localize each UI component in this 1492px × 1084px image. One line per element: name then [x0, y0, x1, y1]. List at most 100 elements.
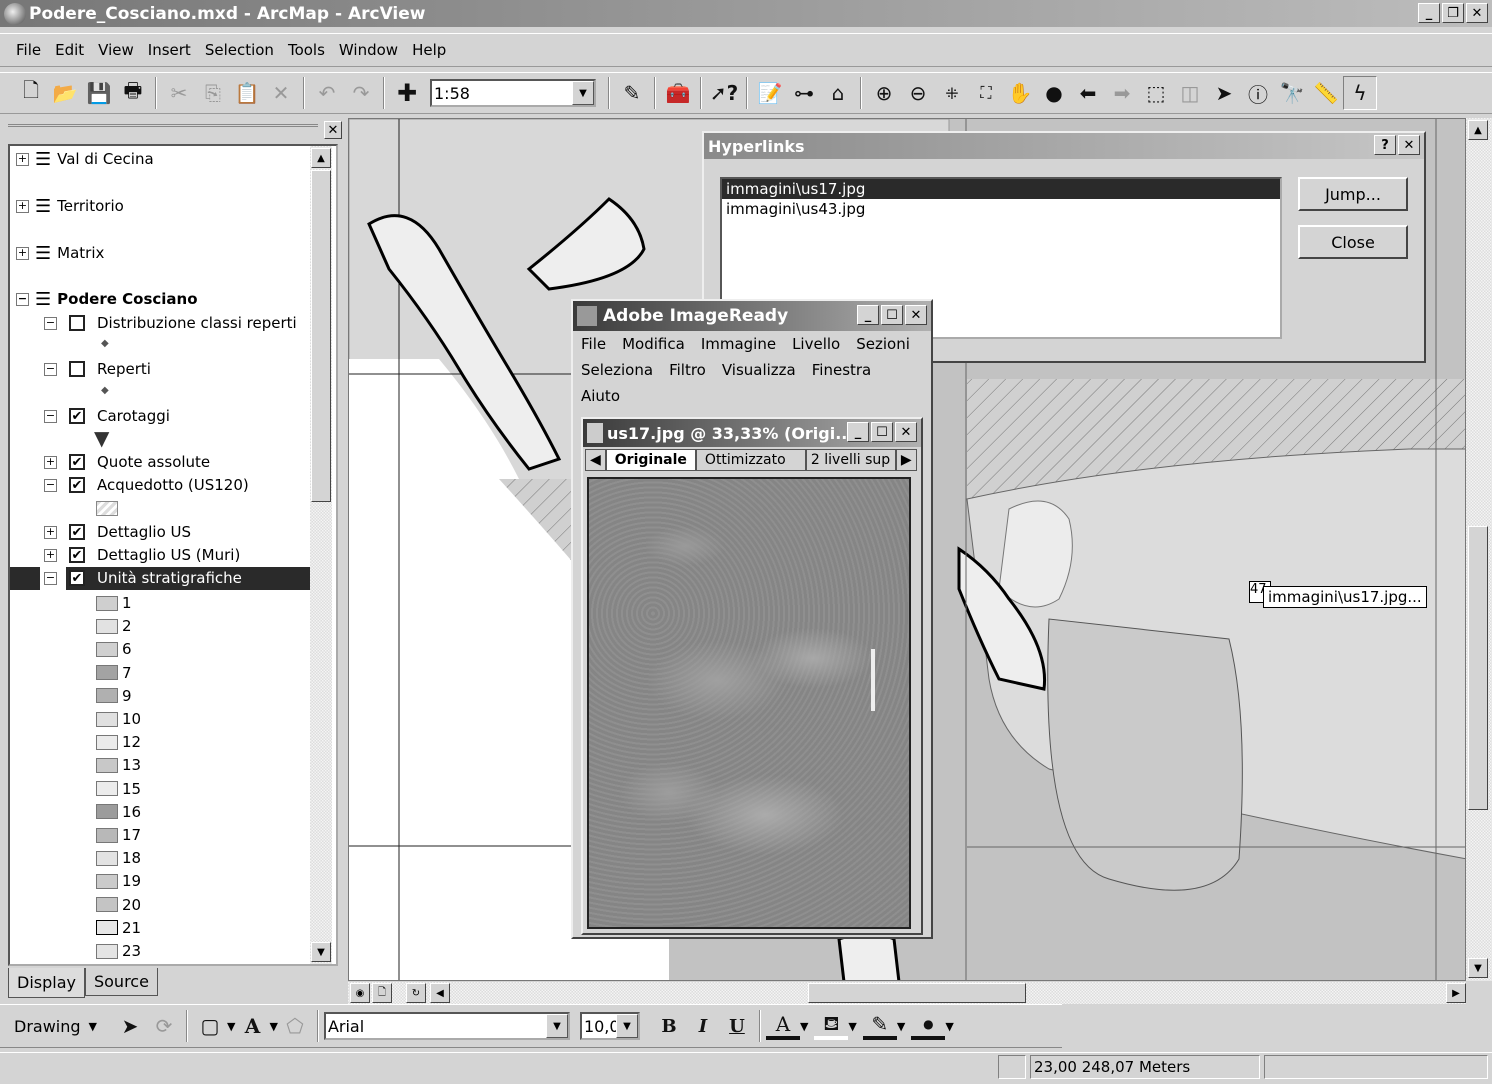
expand-icon[interactable]: +	[16, 152, 29, 166]
chevron-down-icon[interactable]: ▼	[800, 1020, 808, 1033]
list-item[interactable]: immagini\us17.jpg	[722, 179, 1280, 199]
legend-class-item[interactable]: 2	[96, 615, 132, 637]
chevron-down-icon[interactable]: ▼	[227, 1020, 235, 1033]
measure-icon[interactable]: 📏	[1309, 76, 1343, 110]
map-hscroll-thumb[interactable]	[808, 983, 1026, 1003]
edit-vertices-icon[interactable]: ⬠	[278, 1009, 312, 1043]
jump-button[interactable]: Jump...	[1298, 177, 1408, 211]
minimize-button[interactable]: _	[847, 422, 869, 442]
arctoolbox-icon[interactable]: 🧰	[661, 76, 695, 110]
full-extent-icon[interactable]: ●	[1037, 76, 1071, 110]
color-swatch[interactable]	[96, 850, 118, 866]
new-document-icon[interactable]: 🗋	[14, 76, 48, 110]
rectangle-icon[interactable]: ▢	[193, 1009, 227, 1043]
data-view-button[interactable]: ◉	[350, 983, 370, 1003]
font-size-combo[interactable]: 10,00 ▼	[579, 1012, 640, 1040]
toc-group-matrix[interactable]: + ☰ Matrix	[16, 242, 104, 264]
color-swatch[interactable]	[96, 711, 118, 727]
color-swatch[interactable]	[96, 897, 118, 913]
close-button[interactable]: ✕	[895, 422, 917, 442]
forward-icon[interactable]: ➡	[1105, 76, 1139, 110]
map-vscroll-thumb[interactable]	[1468, 526, 1488, 810]
clear-selection-icon[interactable]: ◫	[1173, 76, 1207, 110]
legend-class-item[interactable]: 6	[96, 638, 132, 660]
toc-group-podere-cosciano[interactable]: − ☰ Podere Cosciano	[16, 288, 198, 310]
map-scroll-up-button[interactable]: ▲	[1468, 120, 1488, 140]
refresh-button[interactable]: ↻	[406, 983, 426, 1003]
save-icon[interactable]: 💾	[82, 76, 116, 110]
scroll-up-button[interactable]: ▲	[311, 148, 331, 168]
italic-button[interactable]: I	[686, 1009, 720, 1043]
color-swatch[interactable]	[96, 665, 118, 681]
tab-scroll-right[interactable]: ▶	[895, 449, 917, 471]
color-swatch[interactable]	[96, 688, 118, 704]
select-elements-icon[interactable]: ➤	[1207, 76, 1241, 110]
layer-checkbox[interactable]: ✔	[69, 547, 85, 563]
undo-icon[interactable]: ↶	[310, 76, 344, 110]
legend-class-item[interactable]: 21	[96, 917, 141, 939]
menu-filtro[interactable]: Filtro	[669, 361, 706, 379]
map-scroll-down-button[interactable]: ▼	[1468, 958, 1488, 978]
menu-edit[interactable]: Edit	[55, 41, 84, 59]
menu-modifica[interactable]: Modifica	[622, 335, 685, 353]
chevron-down-icon[interactable]: ▼	[269, 1020, 277, 1033]
maximize-button[interactable]: ☐	[871, 422, 893, 442]
legend-class-item[interactable]: 9	[96, 685, 132, 707]
menu-selection[interactable]: Selection	[205, 41, 274, 59]
menu-view[interactable]: View	[98, 41, 134, 59]
chevron-down-icon[interactable]: ▼	[945, 1020, 953, 1033]
chevron-down-icon[interactable]: ▼	[572, 81, 594, 105]
hyperlink-icon[interactable]: ϟ	[1343, 76, 1377, 110]
chevron-down-icon[interactable]: ▼	[545, 1014, 568, 1038]
toc-layer-carotaggi[interactable]: − ✔ Carotaggi	[44, 405, 170, 427]
layout-view-button[interactable]: 🗋	[372, 983, 392, 1003]
layer-checkbox[interactable]: ✔	[69, 454, 85, 470]
paste-icon[interactable]: 📋	[230, 76, 264, 110]
select-elements-icon[interactable]: ➤	[113, 1009, 147, 1043]
scroll-left-button[interactable]: ◀	[430, 983, 450, 1003]
collapse-icon[interactable]: −	[44, 571, 57, 585]
line-color-icon[interactable]: ✎	[862, 1012, 897, 1040]
menu-sezioni[interactable]: Sezioni	[856, 335, 910, 353]
drawing-menu[interactable]: Drawing ▼	[14, 1017, 97, 1036]
close-dialog-button[interactable]: Close	[1298, 225, 1408, 259]
text-icon[interactable]: A	[235, 1009, 269, 1043]
collapse-icon[interactable]: −	[44, 478, 57, 492]
color-swatch[interactable]	[96, 873, 118, 889]
menu-livello[interactable]: Livello	[792, 335, 840, 353]
table-icon[interactable]: 📝	[753, 76, 787, 110]
fill-color-icon[interactable]: ⛾	[814, 1011, 849, 1040]
fixed-zoom-in-icon[interactable]: ⁜	[935, 76, 969, 110]
toc-layer-unita-stratigrafiche[interactable]: − ✔ Unità stratigrafiche	[44, 567, 242, 589]
legend-class-item[interactable]: 19	[96, 870, 141, 892]
pan-icon[interactable]: ✋	[1003, 76, 1037, 110]
list-item[interactable]: immagini\us43.jpg	[722, 199, 1280, 219]
editor-icon[interactable]: ✎	[615, 76, 649, 110]
menu-seleziona[interactable]: Seleziona	[581, 361, 653, 379]
expand-icon[interactable]: +	[16, 246, 29, 260]
scroll-right-button[interactable]: ▶	[1446, 983, 1466, 1003]
add-data-icon[interactable]: ✚	[390, 76, 424, 110]
menu-visualizza[interactable]: Visualizza	[722, 361, 796, 379]
expand-icon[interactable]: +	[44, 548, 57, 562]
chevron-down-icon[interactable]: ▼	[615, 1014, 638, 1038]
cut-icon[interactable]: ✂	[162, 76, 196, 110]
menu-file[interactable]: File	[581, 335, 606, 353]
color-swatch[interactable]	[96, 734, 118, 750]
tab-originale[interactable]: Originale	[605, 449, 696, 471]
legend-class-item[interactable]: 10	[96, 708, 141, 730]
collapse-icon[interactable]: −	[44, 409, 57, 423]
identify-icon[interactable]: ⓘ	[1241, 76, 1275, 110]
tab-2-livelli[interactable]: 2 livelli sup	[805, 449, 896, 471]
toc-layer-dettaglio-us-muri[interactable]: + ✔ Dettaglio US (Muri)	[44, 544, 240, 566]
legend-class-item[interactable]: 1	[96, 592, 132, 614]
legend-class-item[interactable]: 12	[96, 731, 141, 753]
expand-icon[interactable]: +	[44, 525, 57, 539]
minimize-button[interactable]: _	[857, 305, 879, 325]
toc-group-territorio[interactable]: + ☰ Territorio	[16, 195, 124, 217]
menu-insert[interactable]: Insert	[148, 41, 191, 59]
menu-aiuto[interactable]: Aiuto	[581, 387, 620, 405]
back-icon[interactable]: ⬅	[1071, 76, 1105, 110]
toc-group-val-di-cecina[interactable]: + ☰ Val di Cecina	[16, 148, 154, 170]
minimize-button[interactable]: _	[1418, 3, 1440, 23]
